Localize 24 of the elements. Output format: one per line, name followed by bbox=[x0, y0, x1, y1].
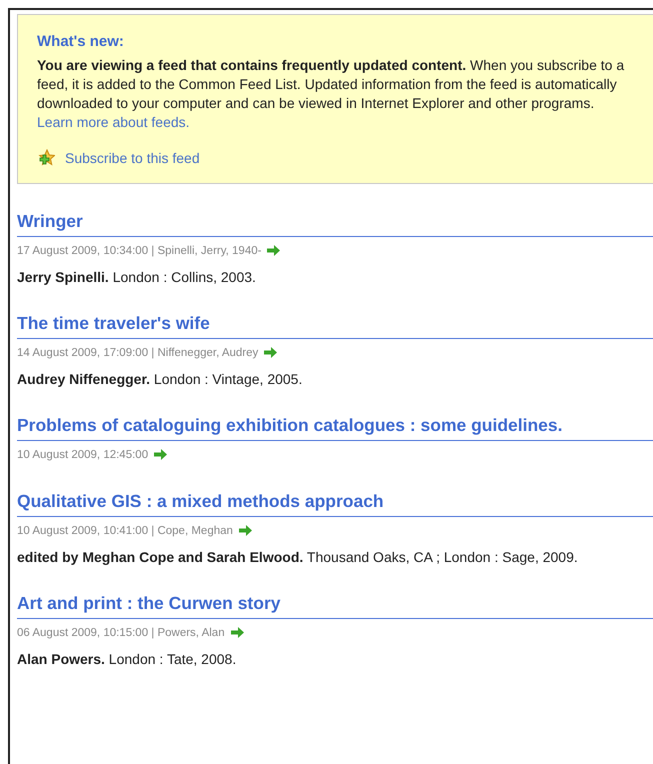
entry-date-author: 14 August 2009, 17:09:00 | Niffenegger, Audrey bbox=[17, 346, 258, 358]
feed-description: You are viewing a feed that contains frequently updated content. When you subscribe to a feed, it is added to the Common Feed List. Updated information from the feed is automatically downloaded to your computer and can be viewed in Internet Explorer and other programs. Learn more about feeds. bbox=[37, 56, 626, 132]
entry-title-link[interactable]: Problems of cataloguing exhibition catalogues : some guidelines. bbox=[17, 415, 653, 441]
entry-date-author: 06 August 2009, 10:15:00 | Powers, Alan bbox=[17, 626, 225, 638]
arrow-right-icon[interactable] bbox=[238, 524, 253, 537]
entry-description: edited by Meghan Cope and Sarah Elwood. Thousand Oaks, CA ; London : Sage, 2009. bbox=[17, 549, 579, 566]
entry-date-author: 17 August 2009, 10:34:00 | Spinelli, Jerry, 1940- bbox=[17, 244, 262, 256]
entry-title-link[interactable]: Art and print : the Curwen story bbox=[17, 593, 653, 619]
arrow-right-icon[interactable] bbox=[153, 448, 168, 461]
arrow-right-icon[interactable] bbox=[266, 244, 282, 257]
entry-title-link[interactable]: Wringer bbox=[17, 211, 653, 237]
star-plus-icon bbox=[37, 149, 55, 167]
panel-heading: What's new: bbox=[37, 33, 125, 50]
subscribe-link[interactable]: Subscribe to this feed bbox=[65, 150, 200, 166]
entry-title-link[interactable]: Qualitative GIS : a mixed methods approach bbox=[17, 491, 653, 517]
entry-date-author: 10 August 2009, 10:41:00 | Cope, Meghan bbox=[17, 524, 233, 536]
entry-description: Jerry Spinelli. London : Collins, 2003. bbox=[17, 269, 257, 286]
entry-date-author: 10 August 2009, 12:45:00 bbox=[17, 448, 148, 460]
entry-title-link[interactable]: The time traveler's wife bbox=[17, 313, 653, 339]
arrow-right-icon[interactable] bbox=[263, 346, 278, 359]
arrow-right-icon[interactable] bbox=[230, 626, 245, 639]
learn-more-link[interactable]: Learn more about feeds. bbox=[37, 114, 190, 130]
entry-description: Alan Powers. London : Tate, 2008. bbox=[17, 651, 238, 668]
entry-description: Audrey Niffenegger. London : Vintage, 2005. bbox=[17, 371, 304, 388]
